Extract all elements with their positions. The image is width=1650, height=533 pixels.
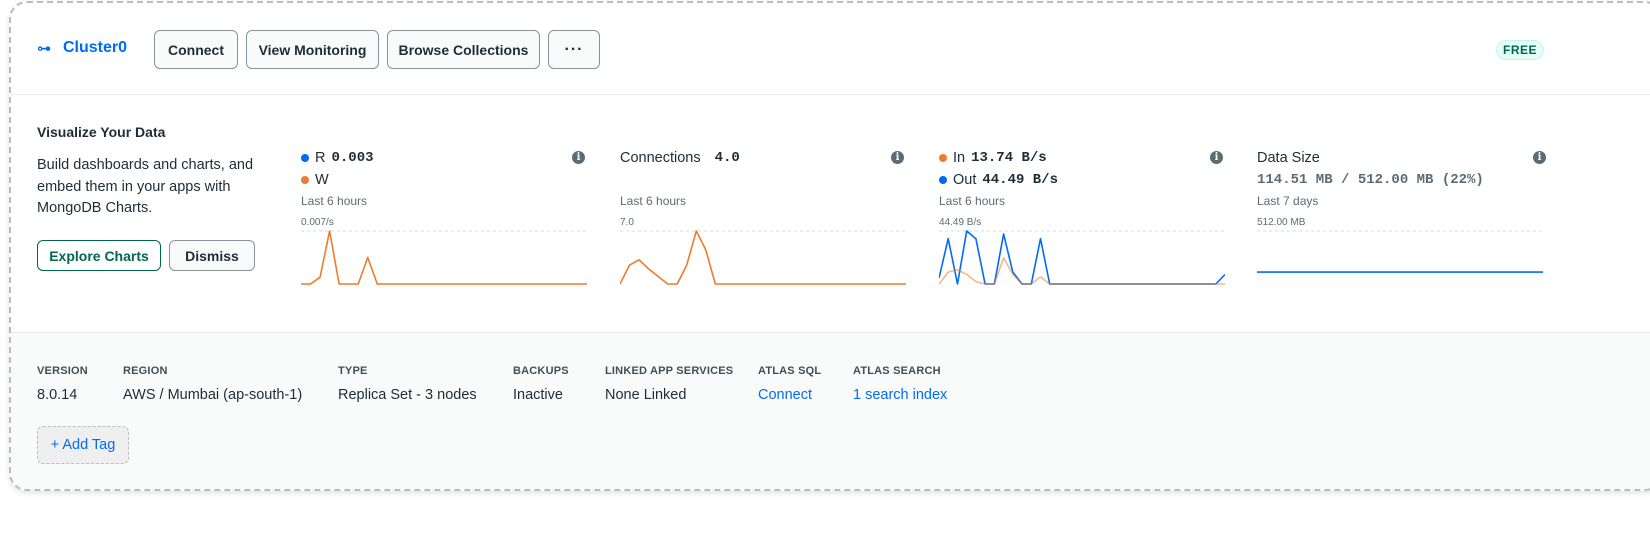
network-metric-panel[interactable]: In 13.74 B/s Out 44.49 B/s i Last 6 hour…: [939, 147, 1229, 287]
in-label: In: [953, 150, 966, 166]
out-legend-dot: [939, 176, 947, 184]
period-label: Last 6 hours: [939, 194, 1006, 208]
data-size-chart: [1257, 230, 1543, 273]
region-value: AWS / Mumbai (ap-south-1): [123, 387, 303, 403]
connections-chart: [620, 230, 906, 285]
atlas-search-label: ATLAS SEARCH: [853, 365, 941, 377]
info-icon[interactable]: i: [1533, 151, 1546, 164]
type-value: Replica Set - 3 nodes: [338, 387, 477, 403]
tier-badge: FREE: [1496, 40, 1544, 60]
in-value: 13.74 B/s: [971, 150, 1047, 166]
data-size-label: Data Size: [1257, 150, 1320, 166]
period-label: Last 6 hours: [620, 194, 687, 208]
chart-series-line: [301, 230, 587, 285]
data-size-value: 114.51 MB / 512.00 MB (22%): [1257, 172, 1484, 188]
read-label: R: [315, 150, 326, 166]
visualize-description: Build dashboards and charts, and embed t…: [37, 157, 254, 216]
version-value: 8.0.14: [37, 387, 78, 403]
info-icon[interactable]: i: [1210, 151, 1223, 164]
linked-app-services-label: LINKED APP SERVICES: [605, 365, 734, 377]
data-size-metric-panel[interactable]: Data Size 114.51 MB / 512.00 MB (22%) i …: [1257, 147, 1546, 287]
cluster-name-link[interactable]: ⊶ Cluster0: [37, 39, 127, 57]
visualize-title: Visualize Your Data: [37, 124, 166, 140]
connections-metric: Connections 4.0: [620, 147, 910, 169]
out-label: Out: [953, 172, 977, 188]
add-tag-button[interactable]: + Add Tag: [37, 426, 129, 464]
chart-series-line: [939, 230, 1225, 285]
info-icon[interactable]: i: [891, 151, 904, 164]
network-out-metric: Out 44.49 B/s: [939, 169, 1229, 191]
dismiss-button[interactable]: Dismiss: [169, 240, 255, 271]
more-options-button[interactable]: ···: [548, 30, 600, 69]
backups-value: Inactive: [513, 387, 563, 403]
connections-metric-panel[interactable]: Connections 4.0 i Last 6 hours 7.0: [620, 147, 910, 287]
backups-label: BACKUPS: [513, 365, 569, 377]
cluster-icon: ⊶: [37, 39, 51, 56]
write-metric: W: [301, 169, 591, 191]
period-label: Last 7 days: [1257, 194, 1319, 208]
type-label: TYPE: [338, 365, 368, 377]
browse-collections-button[interactable]: Browse Collections: [387, 30, 540, 69]
linked-app-services-value: None Linked: [605, 387, 687, 403]
view-monitoring-button[interactable]: View Monitoring: [246, 30, 379, 69]
cluster-name: Cluster0: [63, 39, 128, 56]
ops-chart: [301, 230, 587, 285]
network-in-metric: In 13.74 B/s: [939, 147, 1229, 169]
write-legend-dot: [301, 176, 309, 184]
write-label: W: [315, 172, 329, 188]
version-label: VERSION: [37, 365, 88, 377]
network-chart: [939, 230, 1225, 285]
read-legend-dot: [301, 154, 309, 162]
info-icon[interactable]: i: [572, 151, 585, 164]
ops-metric-panel[interactable]: R 0.003 W i Last 6 hours 0.007/s: [301, 147, 591, 287]
connections-value: 4.0: [714, 150, 740, 166]
atlas-sql-connect-link[interactable]: Connect: [758, 387, 812, 403]
chart-series-line: [620, 230, 906, 285]
cluster-details-footer: VERSION 8.0.14 REGION AWS / Mumbai (ap-s…: [11, 332, 1650, 489]
period-label: Last 6 hours: [301, 194, 368, 208]
cluster-card: ⊶ Cluster0 Connect View Monitoring Brows…: [9, 1, 1650, 491]
read-metric: R 0.003: [301, 147, 591, 169]
atlas-search-link[interactable]: 1 search index: [853, 387, 947, 403]
explore-charts-button[interactable]: Explore Charts: [37, 240, 161, 271]
cluster-header: ⊶ Cluster0 Connect View Monitoring Brows…: [11, 3, 1650, 95]
region-label: REGION: [123, 365, 168, 377]
atlas-sql-label: ATLAS SQL: [758, 365, 822, 377]
out-value: 44.49 B/s: [982, 172, 1058, 188]
read-value: 0.003: [331, 150, 374, 166]
in-legend-dot: [939, 154, 947, 162]
data-size-value-line: 114.51 MB / 512.00 MB (22%): [1257, 169, 1545, 191]
data-size-label-line: Data Size: [1257, 147, 1545, 169]
connections-label: Connections: [620, 150, 701, 166]
connect-button[interactable]: Connect: [154, 30, 238, 69]
